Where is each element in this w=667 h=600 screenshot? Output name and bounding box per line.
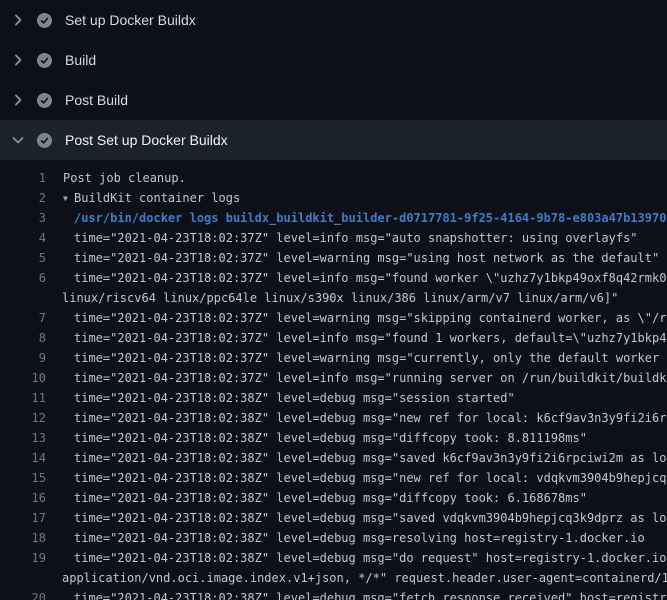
line-number[interactable]: 10 xyxy=(0,368,46,388)
line-number xyxy=(0,568,46,588)
log-row: 4time="2021-04-23T18:02:37Z" level=info … xyxy=(0,228,667,248)
log-area: 1Post job cleanup.2▼BuildKit container l… xyxy=(0,160,667,600)
log-line: time="2021-04-23T18:02:38Z" level=debug … xyxy=(46,388,515,408)
log-line: ▼BuildKit container logs xyxy=(46,188,240,208)
line-number xyxy=(0,288,46,308)
log-line: time="2021-04-23T18:02:38Z" level=debug … xyxy=(46,528,645,548)
log-line: time="2021-04-23T18:02:37Z" level=info m… xyxy=(46,368,667,388)
log-row: 11time="2021-04-23T18:02:38Z" level=debu… xyxy=(0,388,667,408)
log-row: 8time="2021-04-23T18:02:37Z" level=info … xyxy=(0,328,667,348)
log-row: 13time="2021-04-23T18:02:38Z" level=debu… xyxy=(0,428,667,448)
log-row: 6time="2021-04-23T18:02:37Z" level=info … xyxy=(0,268,667,288)
log-row: 20time="2021-04-23T18:02:38Z" level=debu… xyxy=(0,588,667,600)
log-line: time="2021-04-23T18:02:37Z" level=warnin… xyxy=(46,348,667,368)
chevron-right-icon[interactable] xyxy=(10,92,26,108)
check-circle-icon xyxy=(37,13,52,28)
chevron-down-icon[interactable] xyxy=(10,132,26,148)
log-row: 1Post job cleanup. xyxy=(0,168,667,188)
line-number[interactable]: 6 xyxy=(0,268,46,288)
log-row: 5time="2021-04-23T18:02:37Z" level=warni… xyxy=(0,248,667,268)
log-line: time="2021-04-23T18:02:38Z" level=debug … xyxy=(46,408,667,428)
line-number[interactable]: 3 xyxy=(0,208,46,228)
line-number[interactable]: 5 xyxy=(0,248,46,268)
line-number[interactable]: 2 xyxy=(0,188,46,208)
log-line: application/vnd.oci.image.index.v1+json,… xyxy=(46,568,667,588)
line-number[interactable]: 7 xyxy=(0,308,46,328)
step-title: Post Build xyxy=(65,92,128,108)
chevron-right-icon[interactable] xyxy=(10,12,26,28)
step-title: Post Set up Docker Buildx xyxy=(65,132,228,148)
log-row: 12time="2021-04-23T18:02:38Z" level=debu… xyxy=(0,408,667,428)
log-row: 7time="2021-04-23T18:02:37Z" level=warni… xyxy=(0,308,667,328)
line-number[interactable]: 19 xyxy=(0,548,46,568)
log-line: time="2021-04-23T18:02:38Z" level=debug … xyxy=(46,468,667,488)
log-row: 14time="2021-04-23T18:02:38Z" level=debu… xyxy=(0,448,667,468)
log-row: 2▼BuildKit container logs xyxy=(0,188,667,208)
step-row-set-up-docker-buildx[interactable]: Set up Docker Buildx xyxy=(0,0,667,40)
line-number[interactable]: 1 xyxy=(0,168,46,188)
log-line: linux/riscv64 linux/ppc64le linux/s390x … xyxy=(46,288,618,308)
step-row-build[interactable]: Build xyxy=(0,40,667,80)
log-line: time="2021-04-23T18:02:37Z" level=warnin… xyxy=(46,248,659,268)
log-line: time="2021-04-23T18:02:37Z" level=info m… xyxy=(46,328,667,348)
line-number[interactable]: 14 xyxy=(0,448,46,468)
group-toggle-icon[interactable]: ▼ xyxy=(63,189,74,209)
step-title: Set up Docker Buildx xyxy=(65,12,196,28)
log-row: 15time="2021-04-23T18:02:38Z" level=debu… xyxy=(0,468,667,488)
log-row: 9time="2021-04-23T18:02:37Z" level=warni… xyxy=(0,348,667,368)
log-row: application/vnd.oci.image.index.v1+json,… xyxy=(0,568,667,588)
line-number[interactable]: 20 xyxy=(0,588,46,600)
line-number[interactable]: 18 xyxy=(0,528,46,548)
line-number[interactable]: 13 xyxy=(0,428,46,448)
step-list: Set up Docker Buildx Build Post Build Post … xyxy=(0,0,667,160)
line-number[interactable]: 4 xyxy=(0,228,46,248)
check-circle-icon xyxy=(37,53,52,68)
line-number[interactable]: 11 xyxy=(0,388,46,408)
group-title: BuildKit container logs xyxy=(74,191,240,205)
log-row: 10time="2021-04-23T18:02:37Z" level=info… xyxy=(0,368,667,388)
step-row-post-build[interactable]: Post Build xyxy=(0,80,667,120)
log-line: time="2021-04-23T18:02:38Z" level=debug … xyxy=(46,488,587,508)
step-row-post-set-up-docker-buildx[interactable]: Post Set up Docker Buildx xyxy=(0,120,667,160)
log-row: 18time="2021-04-23T18:02:38Z" level=debu… xyxy=(0,528,667,548)
log-line: time="2021-04-23T18:02:37Z" level=info m… xyxy=(46,268,667,288)
line-number[interactable]: 9 xyxy=(0,348,46,368)
log-line: Post job cleanup. xyxy=(46,168,186,188)
log-row: linux/riscv64 linux/ppc64le linux/s390x … xyxy=(0,288,667,308)
check-circle-icon xyxy=(37,133,52,148)
check-circle-icon xyxy=(37,93,52,108)
log-row: 19time="2021-04-23T18:02:38Z" level=debu… xyxy=(0,548,667,568)
line-number[interactable]: 15 xyxy=(0,468,46,488)
log-line: time="2021-04-23T18:02:37Z" level=info m… xyxy=(46,228,638,248)
log-line: time="2021-04-23T18:02:38Z" level=debug … xyxy=(46,588,667,600)
log-line: time="2021-04-23T18:02:38Z" level=debug … xyxy=(46,448,667,468)
line-number[interactable]: 8 xyxy=(0,328,46,348)
log-row: 3/usr/bin/docker logs buildx_buildkit_bu… xyxy=(0,208,667,228)
log-row: 17time="2021-04-23T18:02:38Z" level=debu… xyxy=(0,508,667,528)
log-line: time="2021-04-23T18:02:38Z" level=debug … xyxy=(46,548,667,568)
line-number[interactable]: 17 xyxy=(0,508,46,528)
line-number[interactable]: 12 xyxy=(0,408,46,428)
log-line: time="2021-04-23T18:02:38Z" level=debug … xyxy=(46,508,667,528)
step-title: Build xyxy=(65,52,96,68)
actions-log-viewer: Set up Docker Buildx Build Post Build Post … xyxy=(0,0,667,600)
log-line: time="2021-04-23T18:02:38Z" level=debug … xyxy=(46,428,587,448)
log-line: time="2021-04-23T18:02:37Z" level=warnin… xyxy=(46,308,667,328)
line-number[interactable]: 16 xyxy=(0,488,46,508)
log-row: 16time="2021-04-23T18:02:38Z" level=debu… xyxy=(0,488,667,508)
chevron-right-icon[interactable] xyxy=(10,52,26,68)
log-command-line: /usr/bin/docker logs buildx_buildkit_bui… xyxy=(46,208,666,228)
